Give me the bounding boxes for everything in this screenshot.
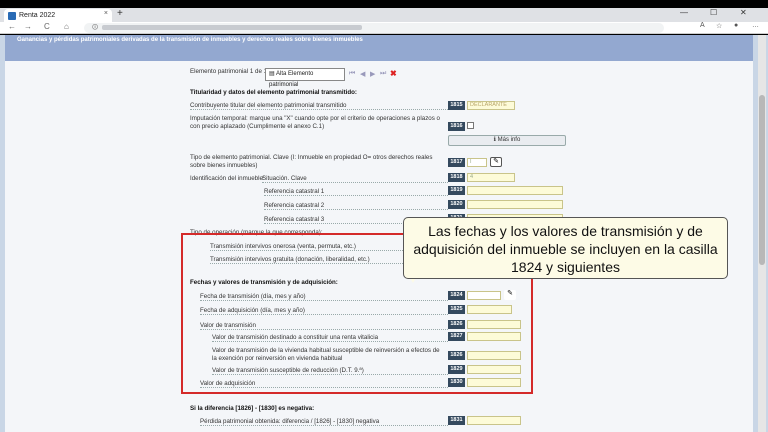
ref2-label: Referencia catastral 2 — [264, 202, 448, 210]
imputacion-checkbox[interactable] — [467, 122, 474, 129]
edit-pencil-icon[interactable]: ✎ — [490, 157, 502, 167]
titularidad-heading: Titularidad y datos del elemento patrimo… — [190, 89, 357, 96]
alta-label: Alta Elemento patrimonial — [269, 71, 314, 88]
contribuyente-field[interactable]: DECLARANTE — [467, 101, 515, 110]
mas-info-button[interactable]: ℹ Más info — [448, 135, 566, 146]
section-header: Ganancias y pérdidas patrimoniales deriv… — [5, 35, 753, 61]
close-window-button[interactable]: ✕ — [740, 8, 747, 17]
menu-icon[interactable]: … — [752, 22, 759, 29]
new-tab-button[interactable]: + — [117, 8, 123, 19]
casilla-1815: 1815 — [448, 101, 465, 110]
url-redacted — [102, 24, 363, 30]
casilla-1816: 1816 — [448, 122, 465, 131]
forward-icon[interactable]: → — [24, 22, 32, 31]
url-input[interactable]: 🛈 — [84, 23, 664, 33]
casilla-1820: 1820 — [448, 200, 465, 209]
last-icon[interactable]: ⏭ — [380, 70, 386, 78]
profile-icon[interactable]: ● — [734, 22, 738, 29]
perdida-label: Pérdida patrimonial obtenida: diferencia… — [200, 418, 448, 426]
casilla-1819: 1819 — [448, 186, 465, 195]
elemento-label: Elemento patrimonial 1 de 1 — [190, 68, 268, 75]
tab-bar: Renta 2022 × + — ☐ ✕ — [0, 8, 768, 22]
prev-icon[interactable]: ◀ — [360, 70, 365, 78]
read-aloud-icon[interactable]: A — [700, 22, 705, 29]
diferencia-heading: Si la diferencia [1826] - [1830] es nega… — [190, 405, 315, 412]
screen: Renta 2022 × + — ☐ ✕ ← → C ⌂ 🛈 A ☆ ● … G… — [0, 0, 768, 432]
first-icon[interactable]: ⏮ — [349, 70, 355, 78]
lock-icon: 🛈 — [92, 25, 99, 31]
favorite-icon[interactable]: ☆ — [716, 22, 722, 30]
tab-close-icon[interactable]: × — [104, 10, 108, 17]
mas-info-label: Más info — [497, 137, 521, 143]
tab-title: Renta 2022 — [19, 12, 56, 19]
ref1-label: Referencia catastral 1 — [264, 188, 448, 196]
contribuyente-label: Contribuyente titular del elemento patri… — [190, 102, 450, 110]
alta-icon: ▤ — [269, 71, 277, 77]
ref1-field[interactable] — [467, 186, 563, 195]
situacion-label: Situación. Clave — [262, 175, 448, 183]
imputacion-label: Imputación temporal: marque una "X" cuan… — [190, 115, 440, 130]
back-icon[interactable]: ← — [8, 22, 16, 31]
ref2-field[interactable] — [467, 200, 563, 209]
annotation-callout: Las fechas y los valores de transmisión … — [403, 217, 728, 279]
section-header-title: Ganancias y pérdidas patrimoniales deriv… — [17, 37, 363, 43]
renta-favicon-icon — [8, 11, 16, 20]
tipo-elemento-label: Tipo de elemento patrimonial. Clave (I: … — [190, 154, 433, 169]
scrollbar-thumb[interactable] — [759, 95, 765, 265]
reload-icon[interactable]: C — [44, 22, 50, 31]
alta-elemento-button[interactable]: ▤ Alta Elemento patrimonial — [265, 68, 345, 88]
maximize-button[interactable]: ☐ — [710, 8, 717, 17]
casilla-1817: 1817 — [448, 158, 465, 167]
next-icon[interactable]: ▶ — [370, 70, 375, 78]
home-icon[interactable]: ⌂ — [64, 22, 69, 31]
identificacion-label: Identificación del inmueble: — [190, 175, 265, 182]
tipo-elemento-field[interactable]: I — [467, 158, 487, 167]
minimize-button[interactable]: — — [680, 8, 688, 17]
perdida-field[interactable] — [467, 416, 521, 425]
address-bar: ← → C ⌂ 🛈 A ☆ ● … — [0, 22, 768, 34]
casilla-1818: 1818 — [448, 173, 465, 182]
situacion-field[interactable]: 4 — [467, 173, 515, 182]
casilla-1831: 1831 — [448, 416, 465, 425]
tab-renta-2022[interactable]: Renta 2022 × — [4, 9, 112, 22]
delete-icon[interactable]: ✖ — [390, 69, 397, 78]
